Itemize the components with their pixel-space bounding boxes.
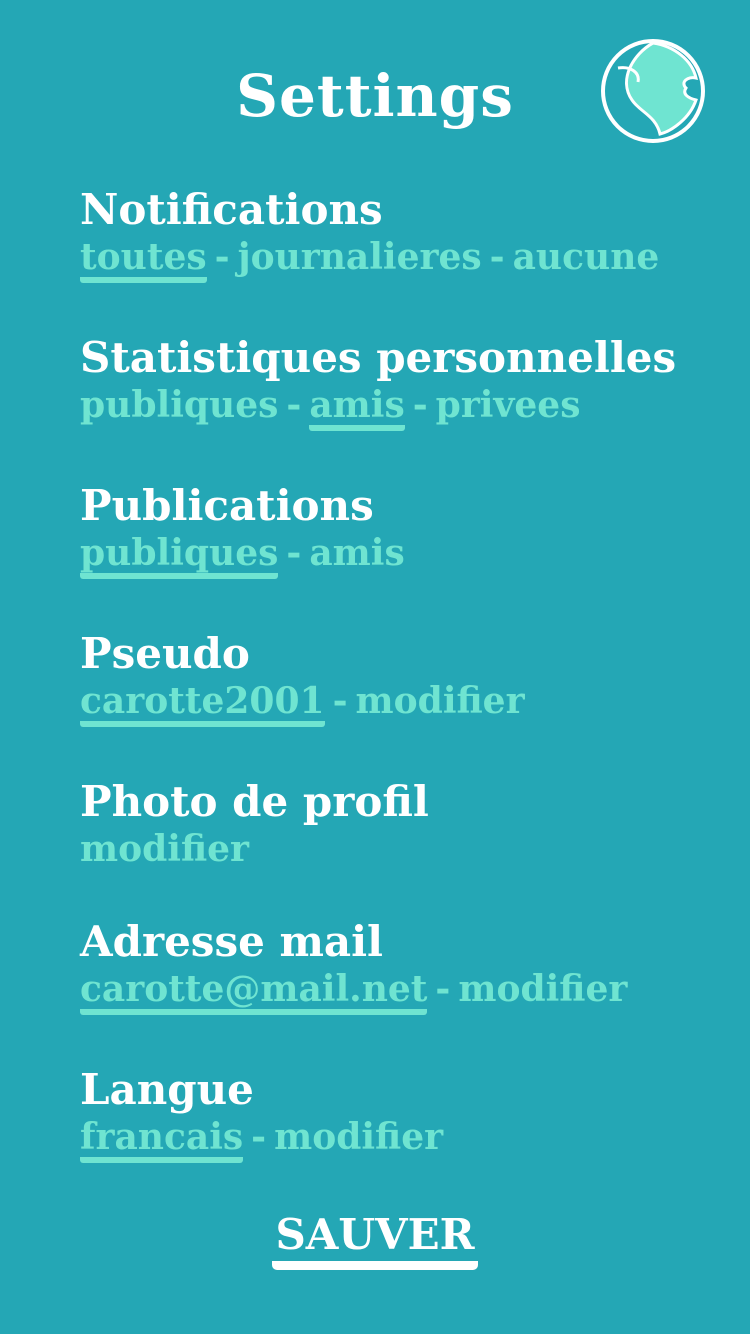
email-title: Adresse mail (80, 917, 384, 966)
notifications-option-journalieres[interactable]: journalieres (238, 234, 482, 280)
separator: - (435, 968, 451, 1010)
language-title: Langue (80, 1065, 254, 1114)
notifications-section: Notifications toutes - journalieres - aucune (80, 186, 659, 283)
photo-title: Photo de profil (80, 777, 429, 826)
notifications-title: Notifications (80, 185, 383, 234)
globe-icon[interactable] (600, 38, 706, 144)
stats-title: Statistiques personnelles (80, 333, 677, 382)
stats-option-amis[interactable]: amis (309, 387, 405, 431)
email-modify-link[interactable]: modifier (458, 966, 627, 1012)
pseudo-modify-link[interactable]: modifier (356, 678, 525, 724)
pseudo-section: Pseudo carotte2001- modifier (80, 630, 525, 727)
notifications-option-toutes[interactable]: toutes (80, 239, 207, 283)
language-value: francais (80, 1119, 244, 1163)
pseudo-value: carotte2001 (80, 683, 325, 727)
publications-option-publiques[interactable]: publiques (80, 535, 279, 579)
separator: - (412, 384, 428, 426)
photo-modify-link[interactable]: modifier (80, 826, 249, 872)
publications-section: Publications publiques - amis (80, 482, 405, 579)
separator: - (286, 532, 302, 574)
separator: - (214, 236, 230, 278)
publications-option-amis[interactable]: amis (309, 530, 404, 576)
photo-section: Photo de profil modifier (80, 778, 429, 872)
stats-option-publiques[interactable]: publiques (80, 382, 278, 428)
email-section: Adresse mail carotte@mail.net - modifier (80, 918, 627, 1015)
language-section: Langue francais - modifier (80, 1066, 443, 1163)
separator: - (489, 236, 505, 278)
separator: - (332, 680, 348, 722)
language-modify-link[interactable]: modifier (274, 1114, 443, 1160)
separator: - (286, 384, 302, 426)
stats-section: Statistiques personnelles publiques - amis… (80, 334, 676, 431)
notifications-option-aucune[interactable]: aucune (513, 234, 660, 280)
email-value: carotte@mail.net (80, 971, 428, 1015)
publications-title: Publications (80, 481, 374, 530)
pseudo-title: Pseudo (80, 629, 250, 678)
stats-option-privees[interactable]: privees (436, 382, 581, 428)
save-button[interactable]: SAUVER (272, 1210, 478, 1270)
separator: - (251, 1116, 267, 1158)
